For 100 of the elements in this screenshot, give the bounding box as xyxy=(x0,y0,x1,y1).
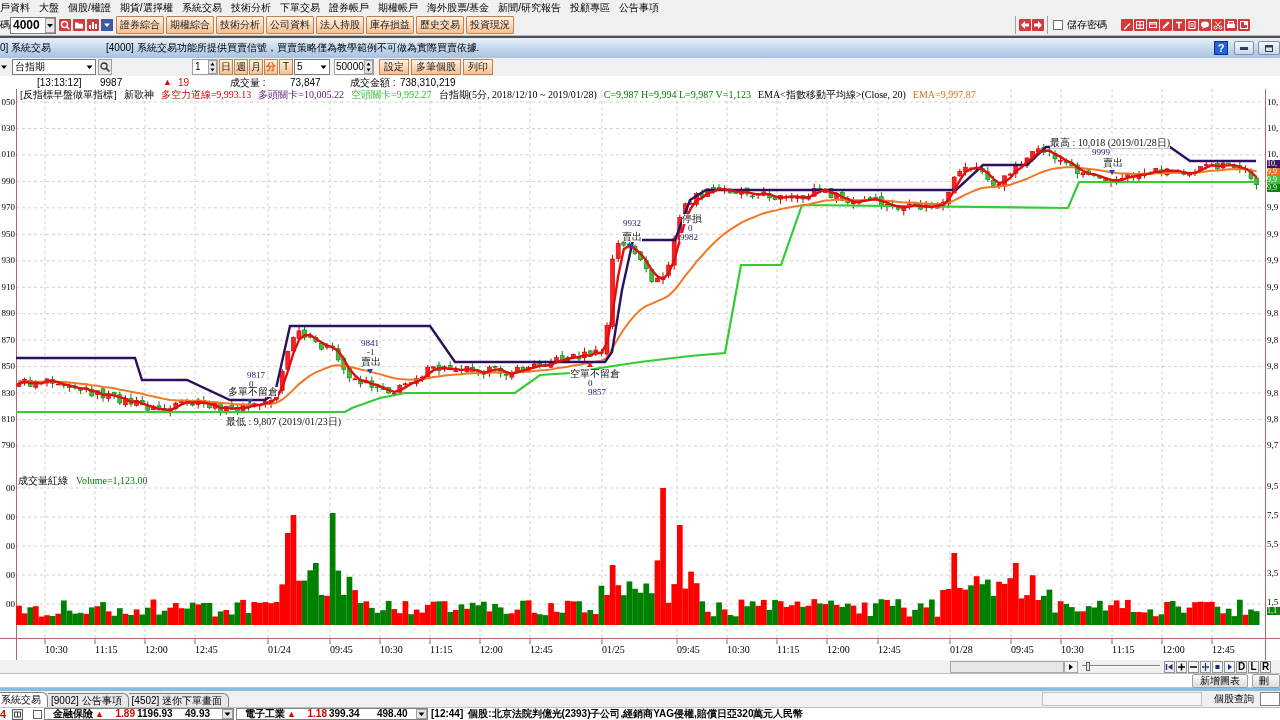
volume-value: 73,847 xyxy=(290,77,322,88)
ticker-checkbox[interactable] xyxy=(33,709,42,719)
chart-toolbar-button[interactable]: 列印 xyxy=(463,59,493,75)
slider-thumb[interactable] xyxy=(1085,661,1090,671)
spinner-arrows-icon[interactable] xyxy=(208,60,217,74)
note-icon[interactable] xyxy=(1186,19,1198,31)
legend-text: 新歌神 xyxy=(123,90,154,100)
count-spinner[interactable]: 1 xyxy=(192,59,218,75)
chart-action-button[interactable]: 刪 xyxy=(1252,673,1280,688)
interval-combo[interactable]: 5 xyxy=(294,59,330,75)
quote-price: 9987 xyxy=(100,77,124,88)
stock-query-field[interactable] xyxy=(1260,692,1280,706)
menu-item[interactable]: 下單交易 xyxy=(279,2,320,13)
axis-label: 9,9 xyxy=(1267,256,1279,266)
plus-icon[interactable] xyxy=(1176,660,1187,673)
save-password-checkbox[interactable] xyxy=(1053,20,1063,30)
index-dropdown[interactable]: 金融保險 ▲ 1.89 1196.93 49.93 xyxy=(44,708,234,720)
caret-down-icon[interactable] xyxy=(222,709,233,719)
menu-item[interactable]: 海外股票/基金 xyxy=(426,2,490,13)
toolbar-button[interactable]: 證券綜合 xyxy=(116,16,164,34)
toolbar-button[interactable]: 投資現況 xyxy=(466,16,514,34)
spinner-arrows-icon[interactable] xyxy=(364,60,373,74)
caret-down-icon[interactable] xyxy=(45,17,55,33)
quote-time: [13:13:12] xyxy=(37,77,83,88)
time-label: 09:45 xyxy=(677,645,700,655)
bar-count-spinner[interactable]: 50000 xyxy=(334,59,374,75)
menu-item[interactable]: 證券帳戶 xyxy=(328,2,369,13)
news-time: [12:44] xyxy=(431,709,464,719)
left-arrow-icon[interactable] xyxy=(1019,19,1031,31)
minus-icon[interactable] xyxy=(1188,660,1199,673)
axis-label: 790 xyxy=(0,441,15,451)
window-icon[interactable] xyxy=(12,708,23,720)
menu-item[interactable]: 個股/權證 xyxy=(68,2,111,13)
up-arrow-icon: ▲ xyxy=(163,78,178,87)
period-tab[interactable]: 日 xyxy=(219,59,233,75)
search-icon[interactable] xyxy=(59,19,71,31)
time-label: 09:45 xyxy=(330,645,353,655)
navigator-button[interactable]: L xyxy=(1248,660,1259,673)
menu-item[interactable]: 投顧專區 xyxy=(570,2,611,13)
chart-toolbar-button[interactable]: 設定 xyxy=(379,59,409,75)
axis-label: 9,7 xyxy=(1267,441,1279,451)
menu-item[interactable]: 期權帳戶 xyxy=(377,2,418,13)
index-dropdown[interactable]: 電子工業 ▲ 1.18 399.34 498.40 xyxy=(236,708,428,720)
grid-icon[interactable] xyxy=(1134,19,1146,31)
axis-label: 00 xyxy=(5,541,15,551)
search-icon xyxy=(100,62,110,72)
stop-icon[interactable] xyxy=(1212,660,1223,673)
toolbar-button[interactable]: 期權綜合 xyxy=(166,16,214,34)
tab[interactable]: 系統交易 xyxy=(0,692,48,707)
axis-label: 050 xyxy=(0,97,15,107)
toolbar-button[interactable]: 法人持股 xyxy=(316,16,364,34)
pen-icon[interactable] xyxy=(1160,19,1172,31)
speech-bubble-icon[interactable] xyxy=(1199,19,1211,31)
help-button[interactable]: ? xyxy=(1214,41,1228,55)
amount-label: 成交金額 : xyxy=(350,77,397,88)
skip-back-icon[interactable] xyxy=(1164,660,1175,673)
period-tab[interactable]: 週 xyxy=(234,59,248,75)
symbol-combo[interactable]: 台指期 xyxy=(12,59,96,75)
caret-down-icon[interactable] xyxy=(416,709,427,719)
folder-icon[interactable] xyxy=(73,19,85,31)
navigator-button[interactable]: R xyxy=(1260,660,1271,673)
text-tool-icon[interactable] xyxy=(1173,19,1185,31)
period-tab[interactable]: 月 xyxy=(249,59,263,75)
menu-item[interactable]: 公告事項 xyxy=(619,2,660,13)
printer-icon[interactable] xyxy=(1225,19,1237,31)
chart-action-button[interactable]: 新增圖表 xyxy=(1192,673,1248,688)
menu-item[interactable]: 期貨/選擇權 xyxy=(119,2,173,13)
axis-label: 030 xyxy=(0,123,15,133)
toolbar-button[interactable]: 公司資料 xyxy=(266,16,314,34)
window-icon[interactable] xyxy=(1147,19,1159,31)
panel-icon[interactable] xyxy=(1238,19,1250,31)
caret-down-icon[interactable] xyxy=(101,19,113,31)
axis-label: 830 xyxy=(0,388,15,398)
time-label: 12:45 xyxy=(195,645,218,655)
axis-label: 10, xyxy=(1267,123,1279,133)
chart-toolbar-button[interactable]: 多筆個股 xyxy=(411,59,461,75)
navigator-button[interactable]: D xyxy=(1236,660,1247,673)
move-icon[interactable] xyxy=(1200,660,1211,673)
toolbar-button[interactable]: 歷史交易 xyxy=(416,16,464,34)
tab[interactable]: [4502] 迷你下單畫面 xyxy=(128,693,230,707)
menu-item[interactable]: 大盤 xyxy=(39,2,59,13)
restore-button[interactable] xyxy=(1258,41,1280,55)
menu-item[interactable]: 技術分析 xyxy=(230,2,271,13)
news-headline: 個股:北京法院判億光(2393)子公司,經銷商YAG侵權,賠償日亞320萬元人民幣 xyxy=(468,709,804,719)
time-label: 01/25 xyxy=(602,645,625,655)
tab[interactable]: [9002] 公告事項 xyxy=(48,693,129,707)
code-combo[interactable]: 4000 xyxy=(10,16,56,34)
period-tab[interactable]: T xyxy=(279,59,293,75)
search-button[interactable] xyxy=(98,59,112,75)
minimize-button[interactable] xyxy=(1234,41,1254,55)
toolbar-button[interactable]: 技術分析 xyxy=(216,16,264,34)
menu-item[interactable]: 系統交易 xyxy=(181,2,222,13)
play-icon[interactable] xyxy=(1224,660,1235,673)
scissors-icon[interactable] xyxy=(1212,19,1224,31)
menu-item[interactable]: 新聞/研究報告 xyxy=(498,2,562,13)
toolbar-button[interactable]: 庫存損益 xyxy=(366,16,414,34)
pencil-icon[interactable] xyxy=(1121,19,1133,31)
bar-chart-icon[interactable] xyxy=(87,19,99,31)
save-password-label: 儲存密碼 xyxy=(1067,20,1107,30)
menu-item[interactable]: 戶資料 xyxy=(0,2,30,13)
